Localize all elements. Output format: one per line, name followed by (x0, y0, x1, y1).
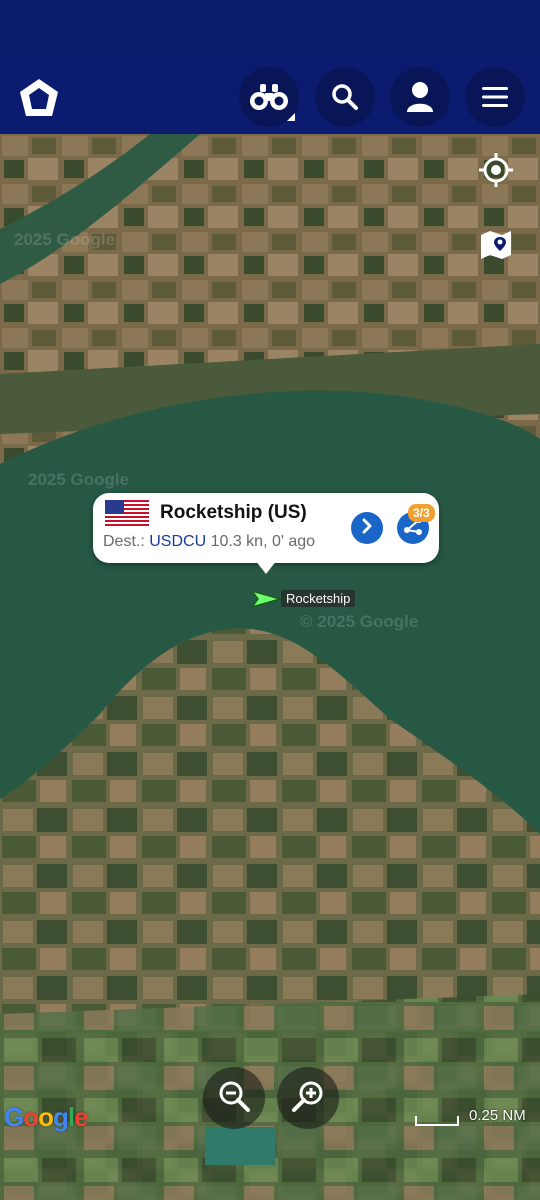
vessel-destination-line: Dest.: USDCU 10.3 kn, 0' ago (103, 533, 315, 551)
menu-icon (482, 86, 508, 108)
us-flag-icon (105, 500, 149, 526)
status-bar (0, 0, 540, 58)
scale-label: 0.25 NM (469, 1107, 526, 1124)
map-watermark: 2025 Google (28, 470, 130, 489)
map-watermark: © 2025 Google (300, 612, 419, 631)
ship-map-label: Rocketship (281, 590, 356, 607)
zoom-out-icon (217, 1079, 251, 1118)
account-icon (406, 81, 434, 113)
map-imagery (0, 134, 540, 1200)
zoom-in-button[interactable] (277, 1067, 339, 1129)
ship-marker[interactable] (250, 589, 283, 609)
vessel-details-button[interactable] (351, 512, 383, 544)
map-scale: 0.25 NM (415, 1105, 539, 1129)
binoculars-icon (249, 82, 289, 112)
destination-label: Dest.: (103, 533, 145, 550)
google-logo: Google (4, 1102, 89, 1132)
account-button[interactable] (390, 67, 450, 127)
speed-age-text: 10.3 kn, 0' ago (210, 533, 316, 550)
vessel-name: Rocketship (US) (160, 502, 307, 523)
zoom-in-icon (291, 1079, 325, 1118)
satellite-map[interactable]: 2025 Google 2025 Google © 2025 Google (0, 134, 540, 1200)
map-watermark: 2025 Google (14, 230, 116, 249)
chevron-right-icon (359, 518, 375, 539)
map-layers-icon (478, 231, 514, 267)
marinetraffic-logo-icon[interactable] (16, 76, 62, 120)
dropdown-caret-icon (287, 113, 295, 121)
destination-code[interactable]: USDCU (149, 533, 206, 550)
binoculars-button[interactable] (239, 67, 299, 127)
zoom-out-button[interactable] (203, 1067, 265, 1129)
vessel-count-badge: 3/3 (408, 504, 435, 522)
locate-me-icon (476, 153, 516, 194)
scale-bar (415, 1116, 459, 1126)
locate-me-button[interactable] (476, 150, 516, 190)
menu-button[interactable] (465, 67, 525, 127)
map-layers-button[interactable] (478, 227, 514, 263)
popup-pointer (255, 560, 277, 574)
search-button[interactable] (315, 67, 375, 127)
search-icon (331, 83, 359, 111)
vessel-popup[interactable]: Rocketship (US) Dest.: USDCU 10.3 kn, 0'… (93, 493, 439, 563)
app-bar (0, 58, 540, 134)
